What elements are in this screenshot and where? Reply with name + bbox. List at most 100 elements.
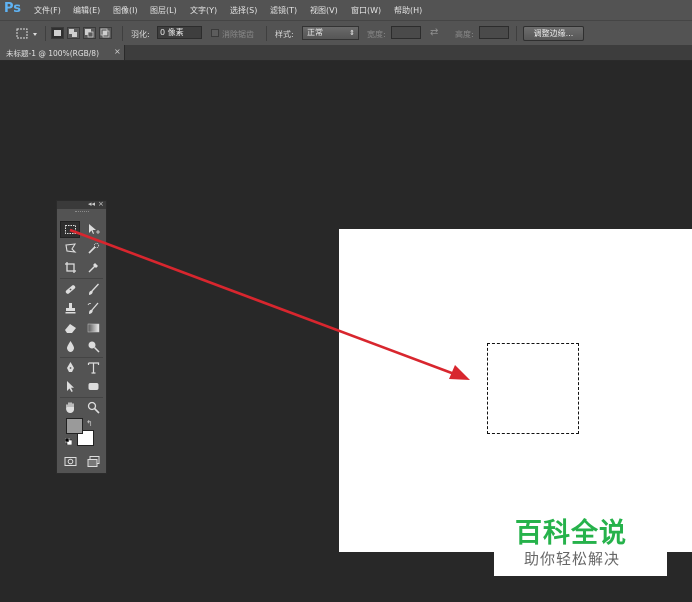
- quick-selection-icon: [87, 242, 99, 254]
- path-selection-tool[interactable]: [60, 378, 80, 395]
- subtract-from-selection-button[interactable]: [83, 27, 96, 39]
- dodge-tool[interactable]: [83, 338, 103, 355]
- separator: [516, 26, 517, 41]
- arrow-pointer-icon: [66, 381, 74, 392]
- stamp-icon: [65, 303, 75, 314]
- new-selection-button[interactable]: [51, 27, 64, 39]
- history-brush-icon: [87, 302, 98, 314]
- eyedropper-tool[interactable]: [83, 259, 103, 276]
- menu-layer[interactable]: 图层(L): [150, 5, 177, 16]
- move-icon: [88, 224, 100, 234]
- close-icon[interactable]: ×: [114, 47, 121, 56]
- menu-view[interactable]: 视图(V): [310, 5, 338, 16]
- spinner-arrows-icon: ⇕: [349, 29, 355, 37]
- tool-preset-picker[interactable]: [14, 26, 40, 41]
- quick-selection-tool[interactable]: [83, 240, 103, 257]
- screen-mode-icon: [87, 456, 99, 467]
- eraser-tool[interactable]: [60, 319, 80, 336]
- type-icon: [87, 362, 99, 374]
- close-icon[interactable]: ×: [98, 200, 104, 208]
- default-colors-icon[interactable]: [64, 437, 73, 446]
- subtract-selection-icon: [85, 29, 94, 38]
- separator: [45, 26, 46, 41]
- menu-bar: Ps 文件(F) 编辑(E) 图像(I) 图层(L) 文字(Y) 选择(S) 滤…: [0, 0, 692, 20]
- width-label: 宽度:: [367, 30, 386, 39]
- pen-tool[interactable]: [60, 359, 80, 376]
- width-input[interactable]: [391, 26, 421, 39]
- tools-panel-header[interactable]: ◂◂ ×: [57, 200, 106, 209]
- blur-tool[interactable]: [60, 338, 80, 355]
- spot-healing-tool[interactable]: [60, 281, 80, 298]
- lasso-tool[interactable]: [60, 240, 80, 257]
- move-tool[interactable]: [83, 221, 103, 238]
- menu-help[interactable]: 帮助(H): [394, 5, 422, 16]
- menu-select[interactable]: 选择(S): [230, 5, 257, 16]
- collapse-icon[interactable]: ◂◂: [88, 200, 95, 208]
- brush-icon: [88, 283, 99, 295]
- marquee-icon: [64, 225, 76, 234]
- feather-label: 羽化:: [131, 30, 150, 39]
- horizontal-type-tool[interactable]: [83, 359, 103, 376]
- menu-edit[interactable]: 编辑(E): [73, 5, 100, 16]
- add-to-selection-button[interactable]: [67, 27, 80, 39]
- menu-image[interactable]: 图像(I): [113, 5, 138, 16]
- water-drop-icon: [66, 341, 74, 352]
- default-colors-swatch: [64, 437, 73, 446]
- eraser-icon: [64, 324, 76, 333]
- height-input[interactable]: [479, 26, 509, 39]
- tool-separator: [60, 357, 103, 358]
- panel-grip[interactable]: [75, 211, 89, 214]
- watermark-subtitle: 助你轻松解决: [524, 550, 621, 568]
- crop-tool[interactable]: [60, 259, 80, 276]
- tool-separator: [60, 278, 103, 279]
- menu-filter[interactable]: 滤镜(T): [270, 5, 297, 16]
- antialias-label: 消除锯齿: [222, 30, 254, 39]
- antialias-checkbox[interactable]: [211, 29, 219, 37]
- menu-type[interactable]: 文字(Y): [190, 5, 217, 16]
- feather-input[interactable]: 0 像素: [157, 26, 202, 39]
- menu-file[interactable]: 文件(F): [34, 5, 61, 16]
- new-selection-icon: [54, 30, 61, 36]
- document-canvas[interactable]: [339, 229, 692, 552]
- separator: [266, 26, 267, 41]
- gradient-tool[interactable]: [83, 319, 103, 336]
- dodge-icon: [88, 341, 100, 353]
- add-selection-icon: [69, 29, 77, 37]
- document-tab[interactable]: 未标题-1 @ 100%(RGB/8) ×: [0, 45, 125, 60]
- menu-window[interactable]: 窗口(W): [351, 5, 381, 16]
- rectangle-icon: [88, 383, 98, 390]
- foreground-color-swatch[interactable]: [66, 418, 83, 434]
- marquee-preset-icon: [16, 28, 37, 39]
- clone-stamp-tool[interactable]: [60, 300, 80, 317]
- brush-tool[interactable]: [83, 281, 103, 298]
- quick-mask-icon: [64, 457, 76, 466]
- swap-width-height-icon[interactable]: ⇄: [430, 27, 438, 38]
- hand-tool[interactable]: [60, 399, 80, 416]
- intersect-selection-icon: [100, 28, 110, 38]
- style-select-value: 正常: [307, 28, 323, 37]
- separator: [122, 26, 123, 41]
- options-bar: 羽化: 0 像素 消除锯齿 样式: 正常 ⇕ 宽度: ⇄ 高度: 调整边缘...: [0, 20, 692, 46]
- rectangle-tool[interactable]: [83, 378, 103, 395]
- zoom-tool[interactable]: [83, 399, 103, 416]
- screen-mode-button[interactable]: [83, 453, 103, 470]
- quick-mask-button[interactable]: [60, 453, 80, 470]
- style-label: 样式:: [275, 30, 294, 39]
- pen-icon: [66, 362, 74, 372]
- bandage-icon: [65, 285, 75, 294]
- tools-panel: ◂◂ × ↰: [56, 200, 107, 474]
- watermark: 百科全说 助你轻松解决: [494, 508, 667, 576]
- eyedropper-icon: [88, 263, 98, 273]
- height-label: 高度:: [455, 30, 474, 39]
- watermark-title: 百科全说: [515, 518, 627, 549]
- swap-colors-icon[interactable]: ↰: [86, 419, 93, 428]
- rectangular-marquee-tool[interactable]: [60, 221, 80, 238]
- lasso-icon: [64, 243, 77, 253]
- intersect-selection-button[interactable]: [99, 27, 112, 39]
- style-select[interactable]: 正常 ⇕: [302, 26, 359, 40]
- refine-edge-button[interactable]: 调整边缘...: [523, 26, 584, 41]
- history-brush-tool[interactable]: [83, 300, 103, 317]
- gradient-icon: [87, 323, 99, 333]
- document-tab-label: 未标题-1 @ 100%(RGB/8): [6, 49, 100, 58]
- marquee-selection: [487, 343, 579, 434]
